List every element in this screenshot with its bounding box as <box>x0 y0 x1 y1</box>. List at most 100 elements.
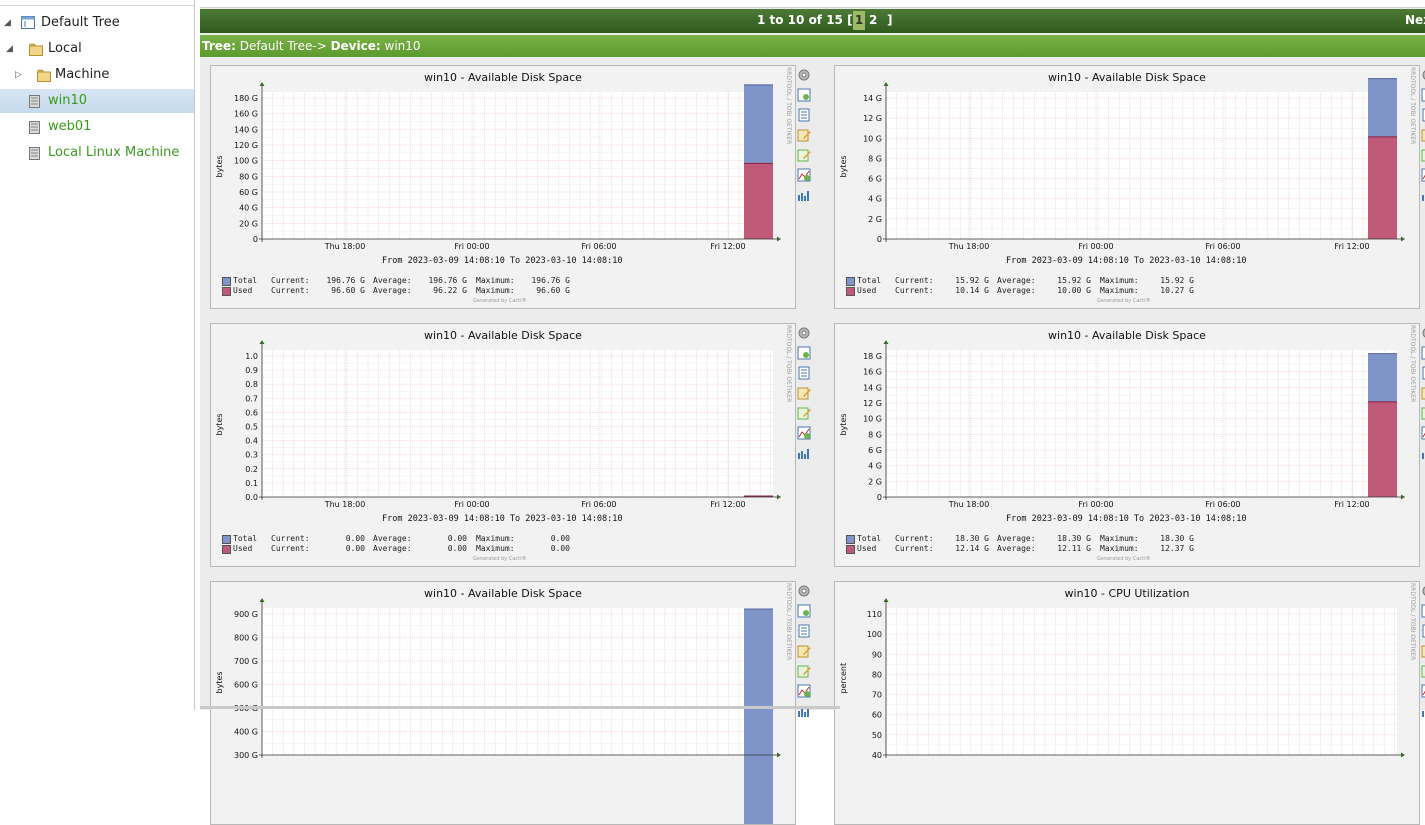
y-tick-label: 0 <box>877 493 882 502</box>
y-axis-arrow <box>883 598 889 602</box>
time-graph-icon[interactable] <box>797 426 815 440</box>
graph-panel[interactable]: win10 - Available Disk Space 0 2 G4 G6 G8 … <box>834 323 1420 567</box>
settings-gear-icon[interactable] <box>1421 584 1425 598</box>
edit-graph-icon[interactable] <box>797 128 815 142</box>
area-used <box>1368 401 1397 497</box>
graph-panel[interactable]: win10 - Available Disk Space 0 2 G4 G6 G8 … <box>834 65 1420 309</box>
tree-node-label[interactable]: Machine <box>55 63 109 87</box>
area-used <box>1368 136 1397 239</box>
settings-gear-icon[interactable] <box>797 68 815 82</box>
edit-graph-icon[interactable] <box>797 644 815 658</box>
edit-template-icon[interactable] <box>797 148 815 162</box>
tree-node-win10[interactable]: win10 <box>0 89 194 113</box>
graph-content-area: 1 to 10 of 15 [ 1 2 ] Nex Tree: Default … <box>200 0 1425 825</box>
tree-node-label[interactable]: win10 <box>48 89 87 113</box>
edit-template-icon[interactable] <box>797 406 815 420</box>
edit-graph-icon[interactable] <box>797 386 815 400</box>
rrdtool-watermark: RRDTOOL / TOBI OETIKER <box>785 67 792 145</box>
y-axis-label: bytes <box>839 413 848 435</box>
realtime-icon[interactable] <box>1421 704 1425 718</box>
zoom-graph-icon[interactable] <box>797 604 815 618</box>
legend-stat-value: 196.76 G <box>326 276 365 285</box>
tree-node-local-linux-machine[interactable]: Local Linux Machine <box>0 141 194 165</box>
page-2-link[interactable]: 2 <box>869 13 877 27</box>
tree-node-label[interactable]: Local <box>48 37 82 61</box>
csv-export-icon[interactable] <box>1421 366 1425 380</box>
graph-panel[interactable]: win10 - CPU Utilization 40 50 60 70 80 90 100 11… <box>834 581 1420 825</box>
tree-node-web01[interactable]: web01 <box>0 115 194 139</box>
settings-gear-icon[interactable] <box>797 584 815 598</box>
time-graph-icon[interactable] <box>797 168 815 182</box>
graph-panel[interactable]: win10 - Available Disk Space 0 20 G 40 G 60 … <box>210 65 796 309</box>
time-graph-icon[interactable] <box>1421 684 1425 698</box>
edit-template-icon[interactable] <box>1421 406 1425 420</box>
tree-node-label[interactable]: Local Linux Machine <box>48 141 179 165</box>
graph-plot: 0 20 G 40 G 60 G 80 G 100 G 120 G 140 G 160 G 180… <box>215 82 781 251</box>
legend-series-name: Used <box>857 544 877 553</box>
legend-stat-label: Maximum: <box>476 544 515 553</box>
rrdtool-watermark: RRDTOOL / TOBI OETIKER <box>1409 325 1416 403</box>
legend-stat-value: 96.60 G <box>331 286 365 295</box>
x-tick-label: Fri 00:00 <box>1078 242 1113 251</box>
csv-export-icon[interactable] <box>1421 108 1425 122</box>
zoom-graph-icon[interactable] <box>1421 604 1425 618</box>
x-tick-label: Fri 06:00 <box>1205 500 1240 509</box>
collapsed-arrow-icon[interactable]: ▷ <box>15 63 22 87</box>
edit-graph-icon[interactable] <box>1421 644 1425 658</box>
generated-by-text: Generated by Cacti® <box>1097 556 1151 562</box>
realtime-icon[interactable] <box>1421 446 1425 460</box>
csv-export-icon[interactable] <box>797 624 815 638</box>
legend-series-name: Used <box>233 286 253 295</box>
legend-series-name: Total <box>233 534 258 543</box>
edit-template-icon[interactable] <box>1421 664 1425 678</box>
legend-stat-label: Maximum: <box>1100 286 1139 295</box>
settings-gear-icon[interactable] <box>1421 326 1425 340</box>
time-graph-icon[interactable] <box>797 684 815 698</box>
x-tick-label: Fri 12:00 <box>1334 500 1369 509</box>
expanded-arrow-icon[interactable]: ◢ <box>6 37 13 61</box>
graph-actions <box>1421 326 1425 466</box>
legend-stat-label: Maximum: <box>476 534 515 543</box>
zoom-graph-icon[interactable] <box>1421 346 1425 360</box>
y-tick-label: 40 <box>872 751 882 760</box>
expanded-arrow-icon[interactable]: ◢ <box>4 11 11 35</box>
x-tick-label: Fri 00:00 <box>1078 500 1113 509</box>
time-graph-icon[interactable] <box>1421 168 1425 182</box>
csv-export-icon[interactable] <box>1421 624 1425 638</box>
rrdtool-watermark: RRDTOOL / TOBI OETIKER <box>785 325 792 403</box>
y-tick-label: 140 G <box>234 125 258 134</box>
edit-graph-icon[interactable] <box>1421 386 1425 400</box>
zoom-graph-icon[interactable] <box>797 346 815 360</box>
rrdtool-watermark: RRDTOOL / TOBI OETIKER <box>1409 67 1416 145</box>
legend-stat-label: Average: <box>373 276 412 285</box>
next-page-link[interactable]: Nex <box>1405 13 1425 27</box>
tree-node-local[interactable]: ◢ Local <box>0 37 194 61</box>
tree-node-default-tree[interactable]: ◢ Default Tree <box>0 11 194 35</box>
graph-panel[interactable]: win10 - Available Disk Space300 G400 G50… <box>210 581 796 825</box>
edit-template-icon[interactable] <box>1421 148 1425 162</box>
page-1-link[interactable]: 1 <box>853 11 865 30</box>
tree-node-machine[interactable]: ▷ Machine <box>0 63 194 87</box>
y-tick-label: 6 G <box>868 175 882 184</box>
zoom-graph-icon[interactable] <box>797 88 815 102</box>
settings-gear-icon[interactable] <box>1421 68 1425 82</box>
csv-export-icon[interactable] <box>797 108 815 122</box>
tree-node-label[interactable]: web01 <box>48 115 91 139</box>
realtime-icon[interactable] <box>797 446 815 460</box>
x-tick-label: Fri 06:00 <box>581 500 616 509</box>
time-graph-icon[interactable] <box>1421 426 1425 440</box>
zoom-graph-icon[interactable] <box>1421 88 1425 102</box>
legend-series-name: Used <box>857 286 877 295</box>
realtime-icon[interactable] <box>1421 188 1425 202</box>
graph-panel[interactable]: win10 - Available Disk Space 0.0 0.1 0.2 0.3… <box>210 323 796 567</box>
edit-graph-icon[interactable] <box>1421 128 1425 142</box>
edit-template-icon[interactable] <box>797 664 815 678</box>
settings-gear-icon[interactable] <box>797 326 815 340</box>
legend-swatch <box>222 535 231 544</box>
horizontal-scrollbar[interactable] <box>200 706 840 709</box>
csv-export-icon[interactable] <box>797 366 815 380</box>
realtime-icon[interactable] <box>797 188 815 202</box>
y-tick-label: 6 G <box>868 446 882 455</box>
x-axis-arrow <box>1401 494 1405 500</box>
tree-node-label[interactable]: Default Tree <box>41 11 120 35</box>
